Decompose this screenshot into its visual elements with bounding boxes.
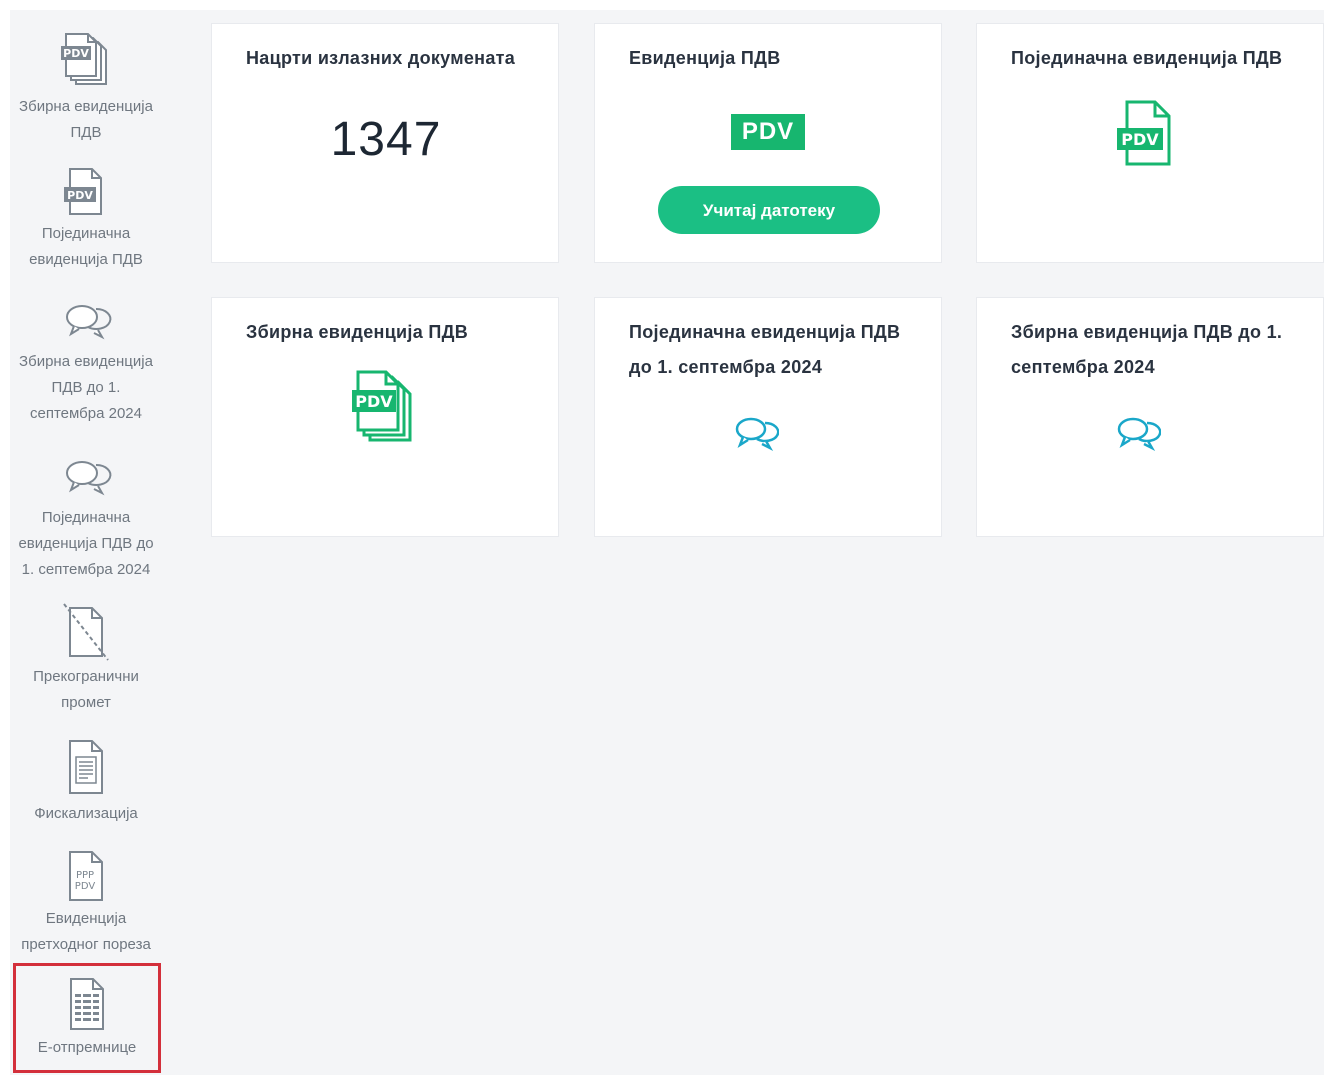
sidebar-item-label: Збирна евиденција ПДВ до 1. септембра 20… <box>19 353 153 422</box>
sidebar-item-collective-vat[interactable]: PDV Збирна евиденција ПДВ <box>10 30 162 146</box>
sidebar-item-label: Прекогранични промет <box>33 668 139 711</box>
chat-bubbles-icon <box>66 461 112 496</box>
sidebar-item-single-vat[interactable]: PDV Појединачна евиденција ПДВ <box>10 165 162 273</box>
chat-bubbles-icon <box>735 417 779 451</box>
pdv-file-icon: PDV <box>1117 100 1171 166</box>
sidebar-item-label: Фискализација <box>34 805 138 822</box>
card-collective-vat-until[interactable]: Збирна евиденција ПДВ до 1. септембра 20… <box>976 297 1324 537</box>
pdv-badge-icon: PDV <box>731 114 805 150</box>
sidebar-item-input-tax-records[interactable]: PPP PDV Евиденција претходног пореза <box>10 848 162 958</box>
card-single-vat-records[interactable]: Појединачна евиденција ПДВ PDV <box>976 23 1324 263</box>
card-title: Појединачна евиденција ПДВ до 1. септемб… <box>629 322 901 377</box>
sidebar-item-label: Е-отпремнице <box>37 1039 137 1056</box>
dashboard-main: Нацрти излазних докумената 1347 Евиденци… <box>162 10 1324 1075</box>
card-single-vat-until[interactable]: Појединачна евиденција ПДВ до 1. септемб… <box>594 297 942 537</box>
crossed-document-icon <box>63 603 109 661</box>
card-title: Појединачна евиденција ПДВ <box>1011 48 1283 68</box>
sidebar-item-label: Збирна евиденција ПДВ <box>19 98 153 141</box>
sidebar-item-collective-vat-until[interactable]: Збирна евиденција ПДВ до 1. септембра 20… <box>10 297 162 427</box>
sidebar-item-label: Појединачна евиденција ПДВ до 1. септемб… <box>18 509 154 578</box>
svg-text:PDV: PDV <box>355 392 393 411</box>
sidebar-item-single-vat-until[interactable]: Појединачна евиденција ПДВ до 1. септемб… <box>10 453 162 583</box>
card-title: Збирна евиденција ПДВ до 1. септембра 20… <box>1011 322 1283 377</box>
pdv-file-icon: PDV <box>64 168 102 215</box>
sidebar-item-label: Евиденција претходног пореза <box>21 910 151 953</box>
svg-text:PPP: PPP <box>76 870 94 881</box>
pdv-stack-icon: PDV <box>61 33 107 85</box>
card-vat-records: Евиденција ПДВ PDV Учитај датотеку <box>594 23 942 263</box>
ppp-pdv-document-icon: PPP PDV <box>69 851 103 901</box>
drafts-count: 1347 <box>330 113 442 166</box>
svg-text:PDV: PDV <box>63 47 89 60</box>
sidebar-item-e-delivery-notes[interactable]: Е-отпремнице <box>13 963 161 1073</box>
svg-text:PDV: PDV <box>1121 130 1159 149</box>
page: PDV Збирна евиденција ПДВ PDV Појединачн… <box>0 0 1324 1075</box>
sidebar-item-cross-border[interactable]: Прекогранични промет <box>10 602 162 716</box>
card-title: Нацрти излазних докумената <box>246 48 516 68</box>
svg-text:PDV: PDV <box>67 189 93 202</box>
sidebar: PDV Збирна евиденција ПДВ PDV Појединачн… <box>10 10 162 1075</box>
table-document-icon <box>70 978 104 1030</box>
card-output-drafts[interactable]: Нацрти излазних докумената 1347 <box>211 23 559 263</box>
sidebar-item-fiscalization[interactable]: Фискализација <box>10 737 162 827</box>
card-title: Евиденција ПДВ <box>629 48 781 68</box>
pdv-stack-icon: PDV <box>352 370 412 442</box>
upload-file-button[interactable]: Учитај датотеку <box>658 186 880 234</box>
chat-bubbles-icon <box>66 305 112 340</box>
svg-text:PDV: PDV <box>75 881 96 892</box>
card-collective-vat-records[interactable]: Збирна евиденција ПДВ PDV <box>211 297 559 537</box>
card-title: Збирна евиденција ПДВ <box>246 322 468 342</box>
sidebar-item-label: Појединачна евиденција ПДВ <box>29 225 143 268</box>
receipt-document-icon <box>69 740 103 794</box>
chat-bubbles-icon <box>1117 417 1161 451</box>
